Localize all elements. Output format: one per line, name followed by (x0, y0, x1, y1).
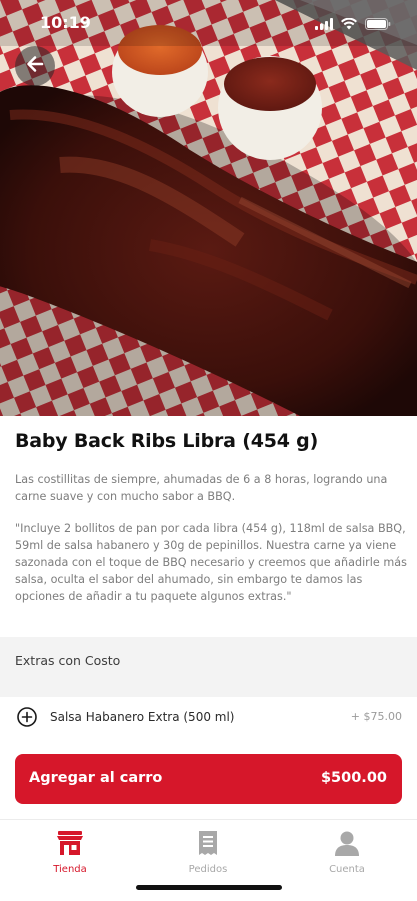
tab-cuenta[interactable]: Cuenta (297, 830, 397, 880)
user-icon (334, 831, 360, 860)
add-to-cart-price: $500.00 (320, 770, 387, 786)
status-time: 10:19 (40, 13, 91, 32)
receipt-icon (197, 831, 219, 860)
extras-section-header: Extras con Costo (0, 637, 417, 697)
tab-pedidos-label: Pedidos (188, 864, 228, 875)
signal-icon (315, 15, 333, 34)
product-photo (0, 0, 417, 416)
add-to-cart-button[interactable]: Agregar al carro $500.00 (15, 754, 402, 804)
battery-icon (365, 15, 391, 34)
add-circle-icon[interactable] (17, 707, 37, 727)
tab-tienda[interactable]: Tienda (20, 830, 120, 880)
back-button[interactable] (15, 46, 55, 86)
tab-cuenta-label: Cuenta (329, 864, 365, 875)
home-indicator (136, 885, 282, 890)
add-to-cart-label: Agregar al carro (29, 770, 163, 786)
tab-tienda-label: Tienda (53, 864, 87, 875)
extras-section-title: Extras con Costo (15, 653, 121, 668)
wifi-icon (341, 15, 357, 34)
extra-item-price: + $75.00 (350, 710, 402, 723)
store-icon (56, 831, 84, 860)
arrow-left-icon (25, 54, 45, 78)
status-bar: 10:19 (0, 0, 417, 46)
product-title: Baby Back Ribs Libra (454 g) (15, 430, 319, 452)
tab-pedidos[interactable]: Pedidos (158, 830, 258, 880)
extra-item[interactable]: Salsa Habanero Extra (500 ml) + $75.00 (0, 697, 417, 739)
product-includes-description: "Incluye 2 bollitos de pan por cada libr… (15, 522, 407, 603)
extra-item-name: Salsa Habanero Extra (500 ml) (50, 710, 235, 724)
product-description: Las costillitas de siempre, ahumadas de … (15, 473, 388, 503)
